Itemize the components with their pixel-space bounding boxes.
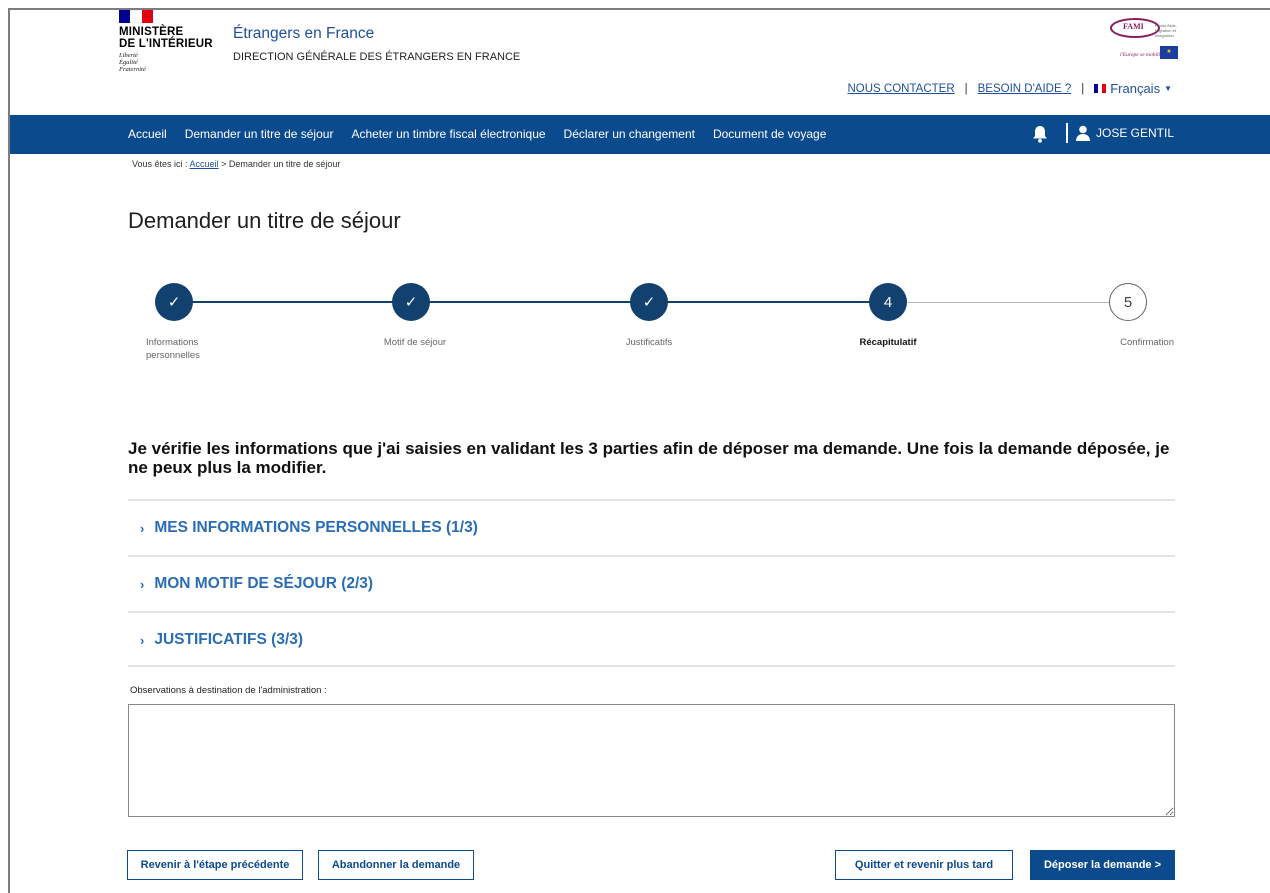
motto-liberte: Liberté: [119, 52, 138, 59]
user-menu[interactable]: JOSE GENTIL: [1076, 125, 1174, 141]
nav-item-declarer-changement[interactable]: Déclarer un changement: [564, 127, 695, 141]
caret-down-icon: ▼: [1164, 84, 1172, 93]
user-name: JOSE GENTIL: [1096, 126, 1175, 140]
breadcrumb: Vous êtes ici : Accueil > Demander un ti…: [132, 159, 340, 169]
motto-egalite: Égalité: [119, 59, 138, 66]
fami-logo-small: Fonds Asile, Migration et Intégration: [1155, 23, 1177, 38]
step-3-check-icon: ✓: [630, 283, 668, 321]
previous-step-button[interactable]: Revenir à l'étape précédente: [127, 850, 303, 880]
step-5-label: Confirmation: [1120, 337, 1174, 348]
user-icon: [1076, 125, 1090, 141]
submit-request-button[interactable]: Déposer la demande >: [1030, 850, 1175, 880]
accordion-section-motif[interactable]: › MON MOTIF DE SÉJOUR (2/3): [128, 555, 1175, 611]
french-flag-icon: [119, 10, 153, 23]
accordion-section-justificatifs[interactable]: › JUSTIFICATIFS (3/3): [128, 611, 1175, 667]
chevron-right-icon: ›: [140, 632, 145, 648]
language-label: Français: [1110, 81, 1161, 96]
intro-text: Je vérifie les informations que j'ai sai…: [128, 439, 1170, 477]
link-separator: |: [964, 82, 968, 95]
step-5-circle: 5: [1109, 283, 1147, 321]
bell-icon[interactable]: [1030, 124, 1050, 144]
help-link[interactable]: BESOIN D'AIDE ?: [978, 83, 1072, 95]
abandon-button[interactable]: Abandonner la demande: [318, 850, 474, 880]
fami-logo-text: FAMI: [1123, 22, 1144, 31]
step-1-label: Informations personnelles: [146, 337, 200, 361]
accordion-title: JUSTIFICATIFS (3/3): [154, 631, 304, 648]
save-later-button[interactable]: Quitter et revenir plus tard: [835, 850, 1013, 880]
eu-flag-icon: ★: [1160, 46, 1178, 59]
nav-item-accueil[interactable]: Accueil: [128, 127, 167, 141]
breadcrumb-prefix: Vous êtes ici :: [132, 159, 188, 169]
link-separator: |: [1081, 82, 1085, 95]
accordion-section-personal[interactable]: › MES INFORMATIONS PERSONNELLES (1/3): [128, 499, 1175, 555]
fami-motto: l'Europe se mobilise: [1120, 52, 1165, 58]
stepper-line-todo: [908, 302, 1116, 303]
ministry-name-line1: MINISTÈRE: [119, 26, 184, 38]
breadcrumb-current: > Demander un titre de séjour: [221, 159, 341, 169]
chevron-right-icon: ›: [140, 576, 145, 592]
fami-logo: FAMI Fonds Asile, Migration et Intégrati…: [1100, 18, 1178, 64]
site-subtitle: DIRECTION GÉNÉRALE DES ÉTRANGERS EN FRAN…: [233, 51, 521, 63]
observations-textarea[interactable]: [128, 704, 1175, 817]
accordion-title: MON MOTIF DE SÉJOUR (2/3): [154, 575, 374, 592]
nav-item-timbre-fiscal[interactable]: Acheter un timbre fiscal électronique: [351, 127, 545, 141]
stepper-line-done: [174, 301, 890, 303]
contact-link[interactable]: NOUS CONTACTER: [848, 83, 955, 95]
chevron-right-icon: ›: [140, 520, 145, 536]
progress-stepper: ✓ ✓ ✓ 4 5 Informations personnelles Moti…: [128, 283, 1174, 373]
step-2-label: Motif de séjour: [383, 337, 447, 348]
main-nav: Accueil Demander un titre de séjour Ache…: [10, 115, 1270, 154]
french-flag-icon: [1094, 84, 1107, 93]
breadcrumb-home-link[interactable]: Accueil: [190, 159, 219, 169]
nav-divider: [1066, 123, 1068, 143]
observations-label: Observations à destination de l'administ…: [130, 685, 327, 696]
nav-item-titre-sejour[interactable]: Demander un titre de séjour: [185, 127, 334, 141]
step-4-circle: 4: [869, 283, 907, 321]
step-2-check-icon: ✓: [392, 283, 430, 321]
step-4-label: Récapitulatif: [859, 337, 917, 348]
motto-fraternite: Fraternité: [119, 66, 146, 73]
step-1-check-icon: ✓: [155, 283, 193, 321]
nav-item-document-voyage[interactable]: Document de voyage: [713, 127, 826, 141]
ministry-logo[interactable]: MINISTÈRE DE L'INTÉRIEUR Liberté Égalité…: [119, 10, 213, 73]
accordion-title: MES INFORMATIONS PERSONNELLES (1/3): [154, 519, 478, 536]
republic-motto: Liberté Égalité Fraternité: [119, 52, 213, 73]
site-title[interactable]: Étrangers en France: [233, 25, 374, 43]
top-links: NOUS CONTACTER | BESOIN D'AIDE ? | Franç…: [848, 81, 1173, 96]
ministry-name-line2: DE L'INTÉRIEUR: [119, 38, 213, 50]
language-selector[interactable]: Français ▼: [1094, 81, 1172, 96]
step-3-label: Justificatifs: [625, 337, 673, 348]
page-title: Demander un titre de séjour: [128, 208, 401, 233]
